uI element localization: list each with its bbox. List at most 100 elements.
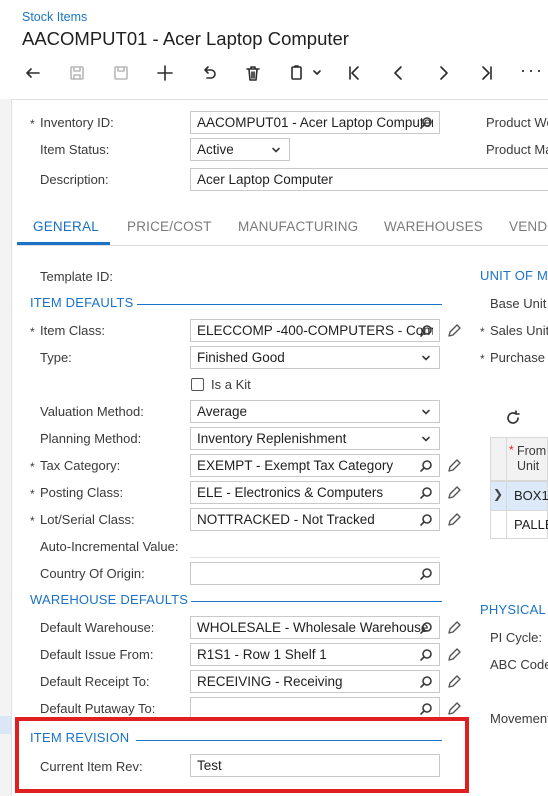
default-warehouse-label: Default Warehouse: [40,620,155,635]
row-selector-chevron-icon[interactable]: ❯ [493,487,503,501]
required-marker: * [30,117,35,131]
is-kit-checkbox[interactable] [191,378,204,391]
search-icon[interactable] [419,486,433,500]
save-close-icon[interactable] [64,60,90,86]
search-icon[interactable] [419,567,433,581]
posting-class-label: Posting Class: [40,485,124,500]
highlight-annotation [15,717,469,793]
section-divider [191,601,442,602]
left-gutter [0,99,11,796]
required-marker: * [480,325,485,339]
first-record-icon[interactable] [341,60,367,86]
planning-method-value: Inventory Replenishment [197,431,347,446]
warehouse-defaults-section-title: WAREHOUSE DEFAULTS [30,592,189,607]
edit-icon[interactable] [447,323,462,338]
breadcrumb[interactable]: Stock Items [22,10,87,24]
tax-category-field[interactable]: EXEMPT - Exempt Tax Category [190,454,440,477]
planning-method-select[interactable]: Inventory Replenishment [190,427,440,450]
item-class-label: Item Class: [40,323,106,338]
grid-header-unit: Unit [517,459,540,473]
search-icon[interactable] [419,324,433,338]
edit-icon[interactable] [447,458,462,473]
edit-icon[interactable] [447,512,462,527]
search-icon[interactable] [419,648,433,662]
search-icon[interactable] [419,675,433,689]
add-icon[interactable] [152,60,178,86]
planning-method-label: Planning Method: [40,431,142,446]
product-manager-label: Product Ma [486,142,548,157]
required-marker: * [30,325,35,339]
form-border-left [11,99,12,796]
country-of-origin-label: Country Of Origin: [40,566,145,581]
valuation-method-label: Valuation Method: [40,404,144,419]
edit-icon[interactable] [447,647,462,662]
edit-icon[interactable] [447,485,462,500]
chevron-down-icon [419,405,433,419]
country-of-origin-field[interactable] [190,562,440,585]
required-marker: * [30,514,35,528]
tab-manufacturing[interactable]: MANUFACTURING [238,219,358,234]
default-warehouse-value: WHOLESALE - Wholesale Warehouse [197,620,429,635]
description-field[interactable]: Acer Laptop Computer [190,168,548,191]
refresh-icon[interactable] [500,405,526,431]
chevron-down-icon[interactable] [304,60,330,86]
item-class-field[interactable]: ELECCOMP -400-COMPUTERS - Computers [190,319,440,342]
template-id-label: Template ID: [40,269,113,284]
lot-serial-class-value: NOTTRACKED - Not Tracked [197,512,375,527]
pi-cycle-label: PI Cycle: [490,630,543,645]
purchase-unit-label: Purchase [490,350,545,365]
edit-icon[interactable] [447,620,462,635]
tab-warehouses[interactable]: WAREHOUSES [384,219,483,234]
tab-price-cost[interactable]: PRICE/COST [127,219,212,234]
search-icon[interactable] [419,459,433,473]
item-status-select[interactable]: Active [190,138,290,161]
more-icon[interactable]: ··· [520,60,544,81]
inventory-id-field[interactable]: AACOMPUT01 - Acer Laptop Computer [190,111,440,134]
search-icon[interactable] [419,513,433,527]
grid-cell-from-unit[interactable]: BOX1 [514,488,548,503]
tab-active-indicator [17,242,110,245]
chevron-down-icon [269,143,283,157]
tab-vendors[interactable]: VENDO [509,219,548,234]
tabs-divider [17,245,548,246]
next-icon[interactable] [430,60,456,86]
search-icon[interactable] [419,621,433,635]
tax-category-label: Tax Category: [40,458,121,473]
lot-serial-class-label: Lot/Serial Class: [40,512,135,527]
default-issue-from-value: R1S1 - Row 1 Shelf 1 [197,647,327,662]
type-select[interactable]: Finished Good [190,346,440,369]
valuation-method-select[interactable]: Average [190,400,440,423]
lot-serial-class-field[interactable]: NOTTRACKED - Not Tracked [190,508,440,531]
required-marker: * [30,460,35,474]
type-value: Finished Good [197,350,285,365]
posting-class-field[interactable]: ELE - Electronics & Computers [190,481,440,504]
save-icon[interactable] [108,60,134,86]
is-kit-label: Is a Kit [211,377,251,392]
grid-header-from: From [517,444,547,458]
previous-icon[interactable] [386,60,412,86]
section-divider [137,304,442,305]
search-icon[interactable] [419,116,433,130]
item-status-label: Item Status: [40,142,110,157]
search-icon[interactable] [419,702,433,716]
back-icon[interactable] [20,60,46,86]
valuation-method-value: Average [197,404,248,419]
unit-of-measure-section-title: UNIT OF ME [480,268,548,283]
chevron-down-icon [419,351,433,365]
delete-icon[interactable] [240,60,266,86]
grid-cell-from-unit[interactable]: PALLE [514,517,548,532]
required-marker: * [480,352,485,366]
default-warehouse-field[interactable]: WHOLESALE - Wholesale Warehouse [190,616,440,639]
tax-category-value: EXEMPT - Exempt Tax Category [197,458,394,473]
auto-incremental-value-label: Auto-Incremental Value: [40,539,179,554]
undo-icon[interactable] [196,60,222,86]
default-issue-from-label: Default Issue From: [40,647,154,662]
default-issue-from-field[interactable]: R1S1 - Row 1 Shelf 1 [190,643,440,666]
last-record-icon[interactable] [474,60,500,86]
edit-icon[interactable] [447,674,462,689]
default-receipt-to-field[interactable]: RECEIVING - Receiving [190,670,440,693]
posting-class-value: ELE - Electronics & Computers [197,485,384,500]
left-gutter-marker [0,716,11,734]
edit-icon[interactable] [447,701,462,716]
tab-general[interactable]: GENERAL [33,219,99,234]
